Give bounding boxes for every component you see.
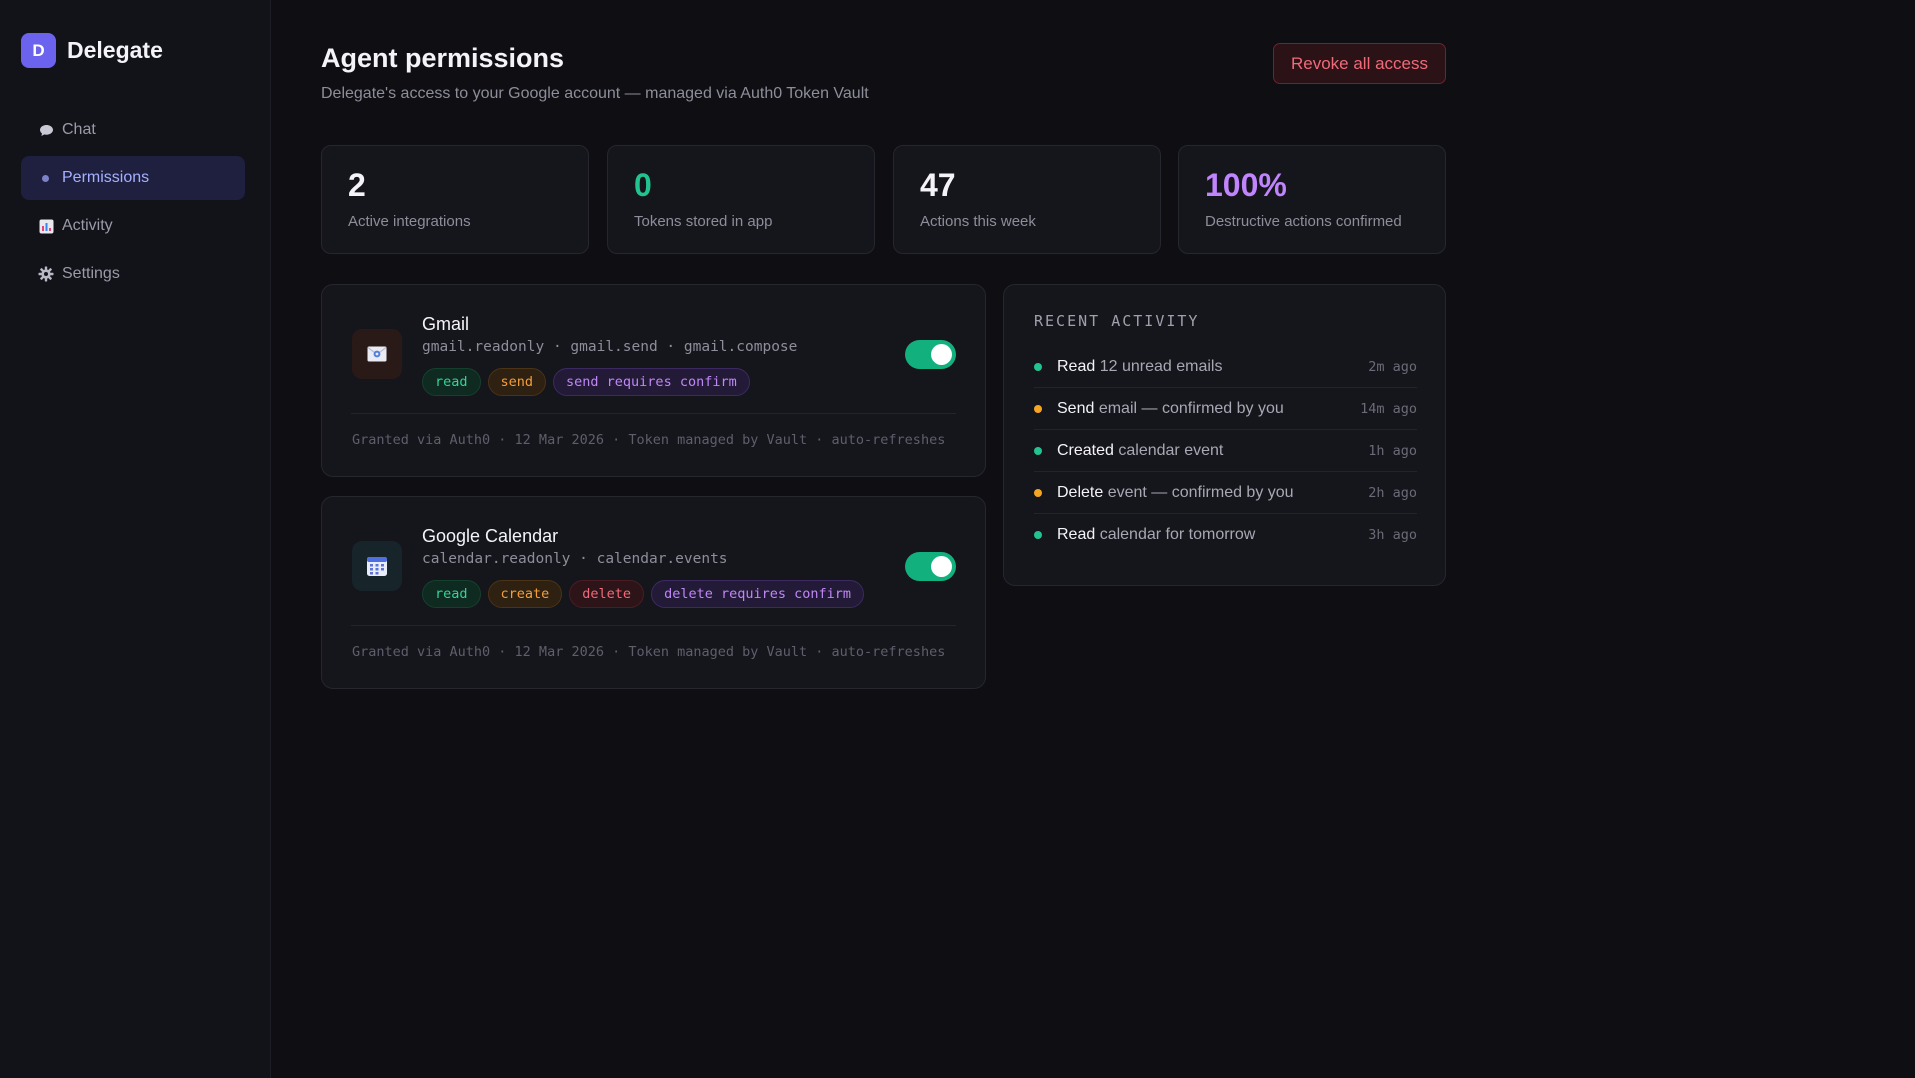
gear-icon <box>38 266 54 282</box>
sidebar-item-permissions[interactable]: Permissions <box>21 156 245 200</box>
mail-icon <box>352 329 402 379</box>
sidebar-item-chat[interactable]: Chat <box>21 108 245 152</box>
integration-card-gmail: Gmail gmail.readonly · gmail.send · gmai… <box>321 284 986 477</box>
stat-card-tokens-stored: 0 Tokens stored in app <box>607 145 875 254</box>
toggle-knob <box>931 556 952 577</box>
dot-icon <box>42 174 49 182</box>
grant-info: Granted via Auth0 · 12 Mar 2026 · Token … <box>352 432 946 448</box>
activity-detail: event — confirmed by you <box>1107 483 1294 501</box>
revoke-all-button[interactable]: Revoke all access <box>1273 43 1446 84</box>
divider <box>351 625 956 626</box>
integration-card-google-calendar: Google Calendar calendar.readonly · cale… <box>321 496 986 689</box>
stat-card-destructive-confirmed: 100% Destructive actions confirmed <box>1178 145 1446 254</box>
tag-read: read <box>422 580 481 608</box>
scope-tags: read create delete delete requires confi… <box>422 580 865 608</box>
calendar-access-toggle[interactable] <box>905 552 956 581</box>
integration-scopes: gmail.readonly · gmail.send · gmail.comp… <box>422 339 798 355</box>
sidebar-item-label: Permissions <box>62 169 150 186</box>
brand[interactable]: D Delegate <box>21 33 163 68</box>
activity-verb: Read <box>1057 357 1096 375</box>
sidebar-item-activity[interactable]: Activity <box>21 204 245 248</box>
calendar-icon <box>352 541 402 591</box>
sidebar-item-settings[interactable]: Settings <box>21 252 245 296</box>
page-title: Agent permissions <box>321 43 565 73</box>
activity-time: 1h ago <box>1368 442 1417 459</box>
status-dot <box>1034 404 1042 413</box>
activity-item: Created calendar event 1h ago <box>1034 430 1417 472</box>
stat-value: 0 <box>634 167 652 203</box>
activity-verb: Send <box>1057 399 1095 417</box>
toggle-knob <box>931 344 952 365</box>
stat-card-active-integrations: 2 Active integrations <box>321 145 589 254</box>
status-dot <box>1034 446 1042 455</box>
activity-item: Read 12 unread emails 2m ago <box>1034 346 1417 388</box>
stat-value: 2 <box>348 167 366 203</box>
status-dot <box>1034 488 1042 497</box>
tag-send: send <box>487 368 547 396</box>
integration-name: Gmail <box>422 314 470 334</box>
activity-title: RECENT ACTIVITY <box>1034 312 1200 330</box>
activity-item: Read calendar for tomorrow 3h ago <box>1034 514 1417 556</box>
grant-info: Granted via Auth0 · 12 Mar 2026 · Token … <box>352 644 946 660</box>
activity-verb: Delete <box>1057 483 1104 501</box>
activity-detail: email — confirmed by you <box>1098 399 1284 417</box>
scope-tags: read send send requires confirm <box>422 368 750 396</box>
sidebar-item-label: Activity <box>62 217 113 234</box>
activity-verb: Read <box>1057 526 1096 543</box>
tag-delete: delete <box>569 580 645 608</box>
app-name: Delegate <box>67 37 163 63</box>
recent-activity-panel: RECENT ACTIVITY Read 12 unread emails 2m… <box>1003 284 1446 586</box>
sidebar-item-label: Settings <box>62 265 120 282</box>
stat-value: 100% <box>1205 167 1287 203</box>
activity-detail: calendar for tomorrow <box>1099 526 1256 543</box>
sidebar-nav: Chat Permissions Activity Settings <box>21 108 245 300</box>
stat-label: Tokens stored in app <box>634 213 773 230</box>
tag-create: create <box>487 580 563 608</box>
activity-list: Read 12 unread emails 2m ago Send email … <box>1034 346 1417 556</box>
activity-detail: 12 unread emails <box>1099 357 1223 375</box>
tag-send-requires-confirm: send requires confirm <box>553 368 750 396</box>
tag-read: read <box>422 368 481 396</box>
status-dot <box>1034 362 1042 371</box>
chat-bubble-icon <box>38 124 54 137</box>
sidebar-item-label: Chat <box>62 121 96 138</box>
bar-chart-icon <box>38 219 54 234</box>
sidebar: D Delegate Chat Permissions Activity Set… <box>0 0 271 1078</box>
stat-label: Active integrations <box>348 213 471 230</box>
integration-scopes: calendar.readonly · calendar.events <box>422 551 728 567</box>
activity-time: 2m ago <box>1368 358 1417 375</box>
activity-verb: Created <box>1057 441 1114 459</box>
tag-delete-requires-confirm: delete requires confirm <box>651 580 865 608</box>
activity-time: 14m ago <box>1360 400 1417 417</box>
stat-value: 47 <box>920 167 956 203</box>
activity-time: 3h ago <box>1368 527 1417 543</box>
stat-card-actions-week: 47 Actions this week <box>893 145 1161 254</box>
divider <box>351 413 956 414</box>
stat-label: Actions this week <box>920 213 1036 230</box>
gmail-access-toggle[interactable] <box>905 340 956 369</box>
page-subtitle: Delegate's access to your Google account… <box>321 85 869 102</box>
activity-item: Send email — confirmed by you 14m ago <box>1034 388 1417 430</box>
activity-time: 2h ago <box>1368 484 1417 501</box>
status-dot <box>1034 531 1042 539</box>
stat-label: Destructive actions confirmed <box>1205 213 1402 230</box>
integration-name: Google Calendar <box>422 526 559 546</box>
app-logo: D <box>21 33 56 68</box>
activity-item: Delete event — confirmed by you 2h ago <box>1034 472 1417 514</box>
activity-detail: calendar event <box>1118 441 1224 459</box>
